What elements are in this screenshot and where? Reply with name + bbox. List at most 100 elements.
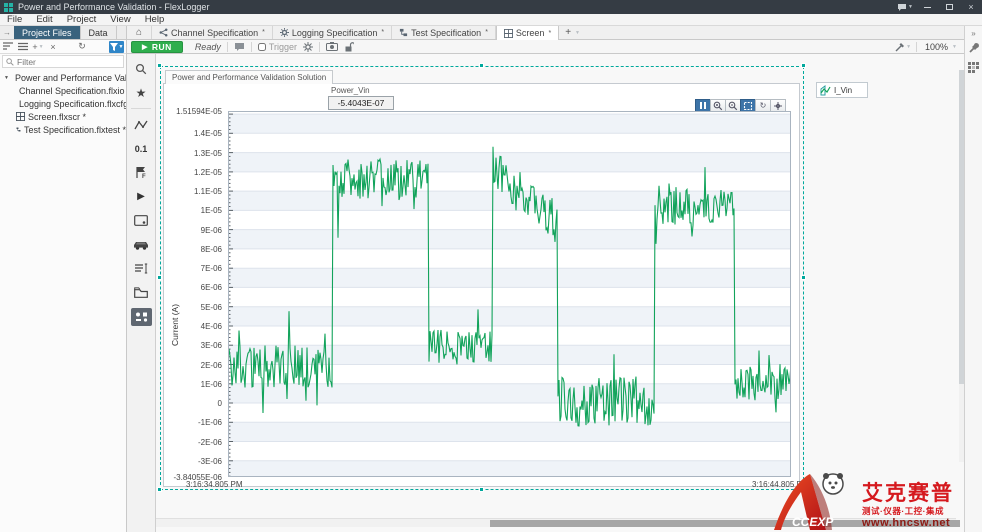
filter-box [2,55,124,68]
panel-collapse-button[interactable]: → [0,26,14,39]
y-axis-tick-label: -1E-06 [198,418,222,427]
tab-project-files[interactable]: Project Files [14,26,81,39]
comment-icon[interactable] [234,42,245,52]
y-axis-tick-label: 8E-06 [201,245,222,254]
selection-handle[interactable] [157,487,162,492]
graph-panel-tab[interactable]: Power and Performance Validation Solutio… [165,70,333,84]
logging-tab-icon [280,28,289,37]
brand-tagline: 测试·仪器·工控·集成 [862,505,982,517]
legend-item-ivin[interactable]: I_Vin [816,82,868,98]
document-tab-bar: ⌂ Channel Specification* Logging Specifi… [127,26,964,40]
home-icon: ⌂ [136,27,142,38]
selection-handle[interactable] [157,275,162,280]
filter-funnel-button[interactable]: ▼ [109,41,124,53]
wrench-icon[interactable] [968,43,979,57]
expand-caret-icon[interactable]: ▼ [4,75,9,81]
test-tab-icon [399,28,408,37]
selection-handle[interactable] [157,63,162,68]
trigger-checkbox[interactable] [258,43,266,51]
collapse-all-icon[interactable] [2,41,14,53]
tab-data[interactable]: Data [81,26,117,39]
screen-canvas[interactable]: Power and Performance Validation Solutio… [156,54,964,532]
menu-bar: File Edit Project View Help [0,14,982,26]
menu-project[interactable]: Project [60,14,104,25]
remove-item-button[interactable]: × [47,41,59,53]
palette-image-icon[interactable] [130,212,152,229]
minimize-button[interactable] [916,0,938,14]
palette-search-icon[interactable] [130,60,152,77]
screen-file-icon [16,112,25,121]
selection-handle[interactable] [479,487,484,492]
tab-screen[interactable]: Screen* [496,26,559,40]
palette-text-entry-icon[interactable] [130,260,152,277]
tab-channel-specification[interactable]: Channel Specification* [152,26,273,39]
brand-chinese-name: 艾克赛普 [862,483,982,505]
test-file-icon [16,125,21,134]
expand-rail-icon[interactable]: » [971,29,975,38]
palette-vehicle-icon[interactable] [130,236,152,253]
tab-logging-specification[interactable]: Logging Specification* [273,26,392,39]
y-axis-tick-label: 1.2E-05 [194,168,222,177]
svg-text:CCEXP: CCEXP [792,515,834,529]
pixel-grid-icon[interactable] [968,62,979,76]
new-tab-button[interactable]: +▼ [559,26,586,39]
feedback-bubble-icon[interactable]: ▼ [894,0,916,14]
flexlogger-logo-icon [4,3,13,12]
menu-help[interactable]: Help [138,14,172,25]
probe-tool-button[interactable]: ▼ [895,42,911,52]
palette-container-icon[interactable] [130,284,152,301]
search-icon [6,58,14,66]
palette-play-icon[interactable]: ▶ [130,188,152,205]
tab-test-specification[interactable]: Test Specification* [392,26,496,39]
graph-panel-body: Power_Vin -5.4043E-07 [163,83,800,487]
menu-edit[interactable]: Edit [29,14,59,25]
y-axis-tick-label: 1.1E-05 [194,187,222,196]
menu-file[interactable]: File [0,14,29,25]
brand-url[interactable]: www.hncsw.net [862,517,982,530]
y-axis-title: Current (A) [170,304,180,346]
palette-favorites-icon[interactable]: ★ [130,84,152,101]
tree-item-screen[interactable]: Screen.flxscr * [0,110,126,123]
y-axis-tick-label: 3E-06 [201,341,222,350]
unlock-icon[interactable] [344,42,354,52]
refresh-button[interactable]: ↻ [76,41,88,53]
palette-mixed-displays-tile[interactable] [131,308,152,326]
graph-widget[interactable]: Power and Performance Validation Solutio… [163,70,800,487]
tree-item-logging-specification[interactable]: Logging Specification.flxcfg * [0,97,126,110]
selection-handle[interactable] [801,275,806,280]
play-icon: ▶ [142,43,148,51]
menu-view[interactable]: View [103,14,137,25]
y-axis-tick-label: 9E-06 [201,226,222,235]
filter-input[interactable] [17,57,107,67]
close-button[interactable]: × [960,0,982,14]
run-button[interactable]: ▶ RUN [131,41,183,53]
snapshot-icon[interactable] [326,42,338,51]
channel-tab-icon [159,28,168,37]
plot-area[interactable] [228,111,791,477]
selection-handle[interactable] [801,63,806,68]
trigger-settings-gear-icon[interactable] [303,42,313,52]
list-view-icon[interactable] [17,41,29,53]
y-axis-tick-label: 1.3E-05 [194,149,222,158]
y-axis-tick-label: -3E-06 [198,457,222,466]
tree-item-project-root[interactable]: ▼ Power and Performance Validatio... [0,71,126,84]
zoom-level-select[interactable]: 100%▼ [922,42,960,52]
palette-boolean-flag-icon[interactable]: F [130,164,152,181]
tree-item-channel-specification[interactable]: Channel Specification.flxio * [0,84,126,97]
y-axis-tick-label: -2E-06 [198,438,222,447]
indicator-value[interactable]: -5.4043E-07 [328,96,394,110]
tree-item-test-specification[interactable]: Test Specification.flxtest * [0,123,126,136]
project-tree: ▼ Power and Performance Validatio... Cha… [0,69,126,138]
add-item-button[interactable]: +▼ [32,41,44,53]
tab-home[interactable]: ⌂ [127,26,152,39]
screen-tab-icon [504,29,513,38]
restore-button[interactable] [938,0,960,14]
project-files-panel: → Project Files Data +▼ × ↻ ▼ [0,26,127,532]
selection-handle[interactable] [479,63,484,68]
palette-graph-icon[interactable] [130,116,152,133]
vertical-scrollbar-thumb[interactable] [959,70,964,384]
vertical-scrollbar[interactable] [959,70,964,462]
svg-text:F: F [142,174,146,179]
palette-numeric-icon[interactable]: 0.1 [130,140,152,157]
y-axis-tick-label: 6E-06 [201,283,222,292]
